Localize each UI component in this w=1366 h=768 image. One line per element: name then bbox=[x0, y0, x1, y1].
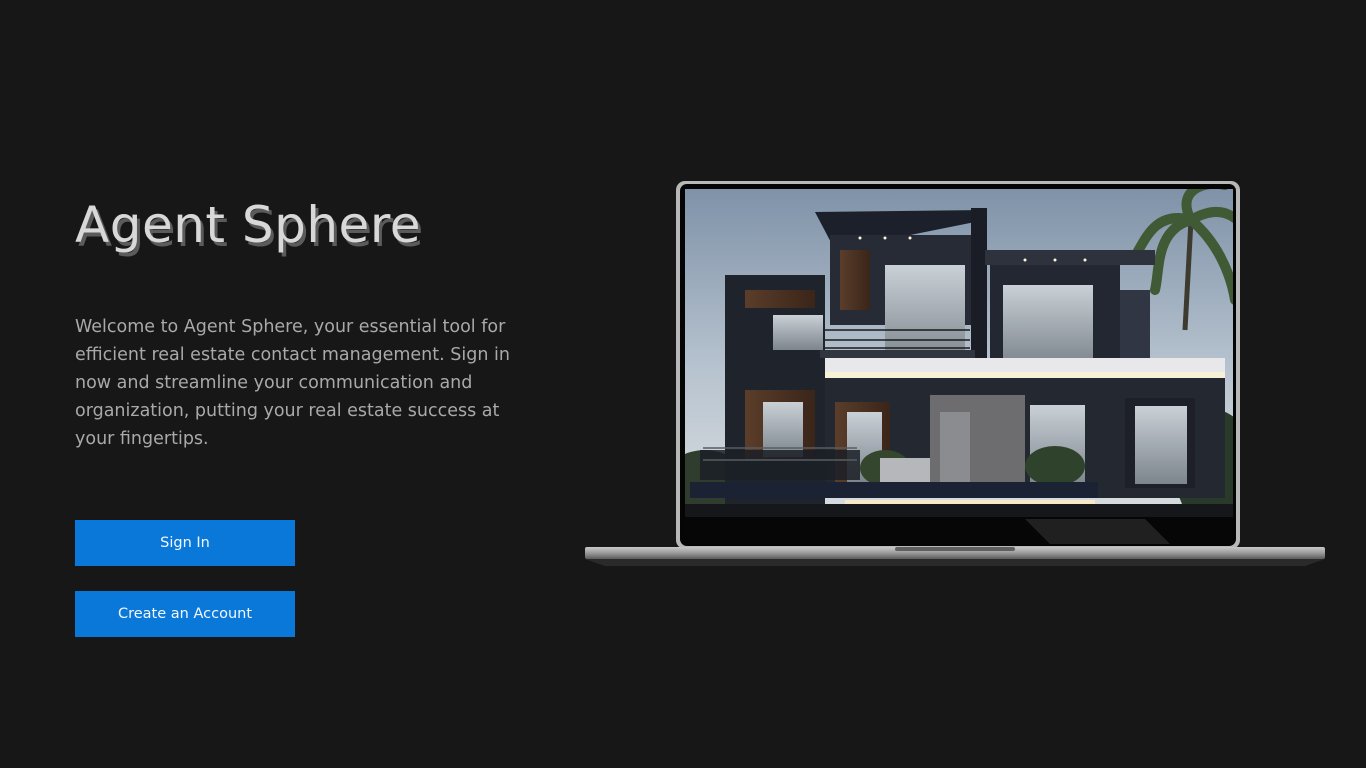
laptop-illustration bbox=[585, 180, 1325, 570]
sign-in-button[interactable]: Sign In bbox=[75, 520, 295, 566]
intro-paragraph: Welcome to Agent Sphere, your essential … bbox=[75, 317, 510, 449]
create-account-button[interactable]: Create an Account bbox=[75, 591, 295, 637]
laptop-house-image bbox=[585, 181, 1325, 566]
page-title: Agent Sphere bbox=[75, 196, 422, 254]
landing-page: Agent Sphere Welcome to Agent Sphere, yo… bbox=[0, 0, 1366, 768]
